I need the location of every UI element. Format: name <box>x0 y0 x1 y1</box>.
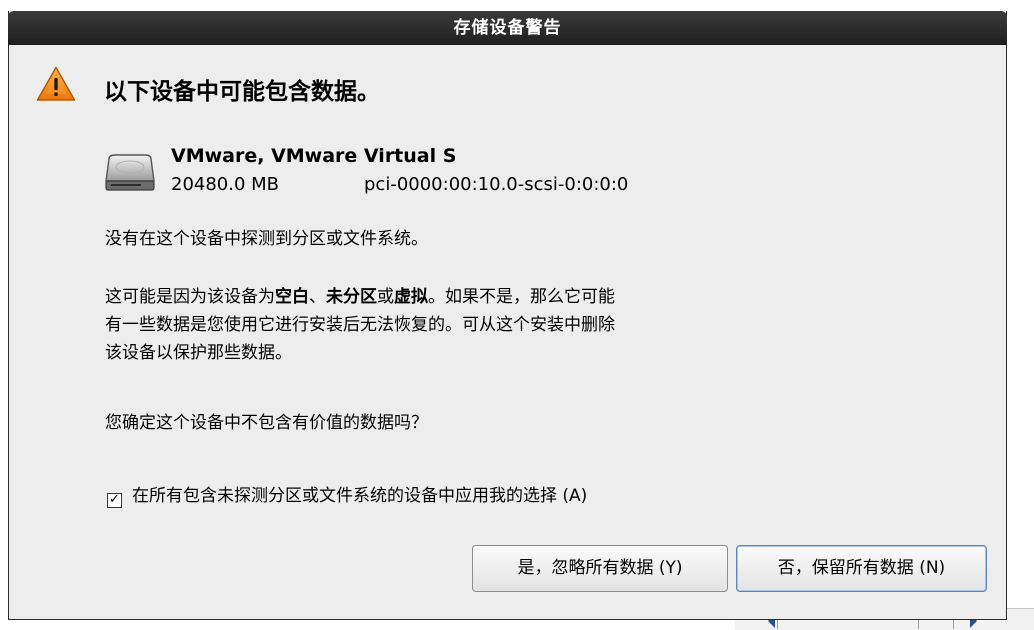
device-name: VMware, VMware Virtual S <box>171 145 457 167</box>
yes-discard-data-button[interactable]: 是，忽略所有数据 (Y) <box>472 545 728 592</box>
explanation-line-3: 该设备以保护那些数据。 <box>105 343 292 363</box>
warning-triangle-icon <box>36 66 76 101</box>
dialog-titlebar[interactable]: 存储设备警告 <box>8 11 1007 45</box>
device-size: 20480.0 MB <box>171 174 280 195</box>
hard-disk-icon <box>105 154 155 191</box>
confirm-question: 您确定这个设备中不包含有价值的数据吗？ <box>105 413 428 433</box>
explanation-text: 这可能是因为该设备为 <box>105 287 275 307</box>
device-path: pci-0000:00:10.0-scsi-0:0:0:0 <box>364 174 629 195</box>
explanation-paragraph: 这可能是因为该设备为空白、未分区或虚拟。如果不是，那么它可能 有一些数据是您使用… <box>105 283 615 367</box>
storage-warning-dialog: 存储设备警告 以下设备中可能包含数据。 VMware, VMware Virtu… <box>8 11 1007 620</box>
explanation-text: 。如果不是，那么它可能 <box>428 287 615 307</box>
apply-to-all-checkbox-row[interactable]: ✓ 在所有包含未探测分区或文件系统的设备中应用我的选择 (A) <box>107 483 587 509</box>
explanation-line-2: 有一些数据是您使用它进行安装后无法恢复的。可从这个安装中删除 <box>105 315 615 335</box>
no-partition-message: 没有在这个设备中探测到分区或文件系统。 <box>105 229 428 249</box>
apply-to-all-checkbox[interactable]: ✓ <box>107 493 122 508</box>
explanation-bold-unpartitioned: 未分区 <box>326 287 377 307</box>
explanation-text: 、 <box>309 287 326 307</box>
explanation-bold-blank: 空白 <box>275 287 309 307</box>
explanation-text: 或 <box>377 287 394 307</box>
dialog-heading: 以下设备中可能包含数据。 <box>104 79 380 105</box>
apply-to-all-label[interactable]: 在所有包含未探测分区或文件系统的设备中应用我的选择 (A) <box>132 486 587 506</box>
no-keep-data-button[interactable]: 否，保留所有数据 (N) <box>736 545 987 592</box>
explanation-bold-virtual: 虚拟 <box>394 287 428 307</box>
